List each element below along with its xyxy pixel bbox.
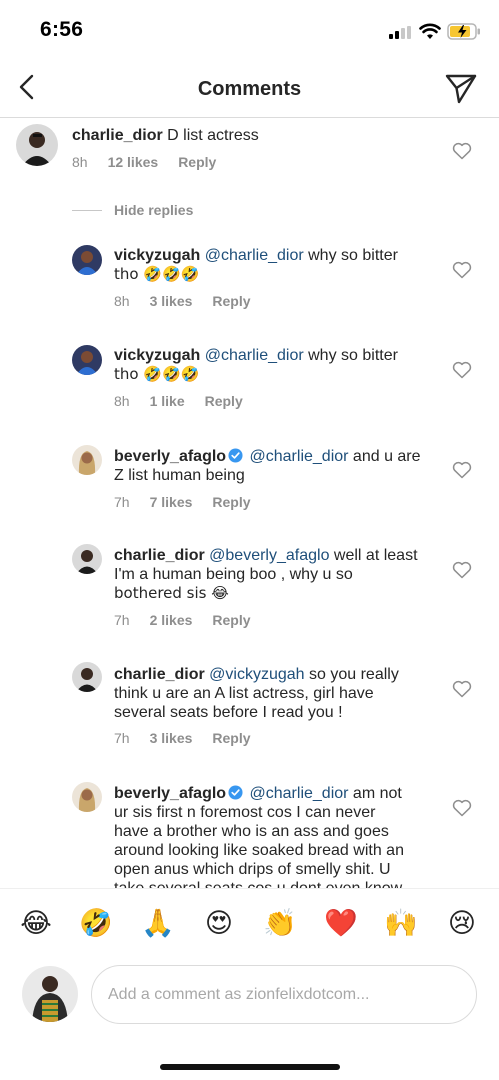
emoji-praying-hands-button[interactable]: 🙏: [141, 907, 175, 941]
verified-badge-icon: [228, 448, 243, 463]
heart-outline-icon[interactable]: [452, 680, 472, 698]
mention-link[interactable]: @charlie_dior: [205, 347, 304, 364]
verified-badge-icon: [228, 785, 243, 800]
avatar[interactable]: [72, 544, 102, 574]
hide-replies-button[interactable]: Hide replies: [72, 200, 193, 220]
comment-composer: [0, 960, 499, 1040]
reply-button[interactable]: Reply: [212, 293, 250, 309]
hide-replies-label: Hide replies: [114, 202, 194, 218]
comment-username[interactable]: vickyzugah: [114, 347, 200, 364]
comment-text: and u are: [352, 448, 421, 465]
heart-outline-icon[interactable]: [452, 361, 472, 379]
comment-time: 8h: [114, 293, 130, 309]
page-title: Comments: [197, 78, 302, 100]
divider-line: [72, 209, 102, 211]
signal-icon: [389, 26, 413, 39]
emoji-heart-eyes-button[interactable]: 😍: [202, 907, 236, 941]
heart-outline-icon[interactable]: [452, 799, 472, 817]
avatar[interactable]: [72, 782, 102, 812]
comment-text: D list actress: [167, 127, 259, 144]
header: Comments: [0, 60, 499, 118]
emoji-quick-bar: 😂 🤣 🙏 😍 👏 ❤️ 🙌 😢: [0, 888, 499, 960]
comment-text-line: several seats before I read you !: [114, 704, 343, 721]
heart-outline-icon[interactable]: [452, 561, 472, 579]
mention-link[interactable]: @vickyzugah: [209, 666, 304, 683]
mention-link[interactable]: @beverly_afaglo: [209, 547, 329, 564]
comment-username[interactable]: charlie_dior: [114, 547, 205, 564]
comment-text-line: take several seats cos u dont even know: [114, 880, 402, 888]
mention-link[interactable]: @charlie_dior: [250, 785, 349, 802]
comment-time: 8h: [114, 393, 130, 409]
emoji-clapping-button[interactable]: 👏: [263, 907, 297, 941]
comment-text-line: around looking like soaked bread with an: [114, 842, 404, 859]
comment-text-line: think u are an A list actress, girl have: [114, 685, 374, 702]
avatar[interactable]: [72, 662, 102, 692]
reply-button[interactable]: Reply: [212, 494, 250, 510]
avatar[interactable]: [72, 345, 102, 375]
comment-text: am not: [352, 785, 402, 802]
mention-link[interactable]: @charlie_dior: [205, 247, 304, 264]
comment-meta: 8h 1 like Reply: [114, 393, 263, 409]
home-indicator: [160, 1064, 340, 1070]
comment-input[interactable]: [91, 965, 477, 1024]
comment-username[interactable]: charlie_dior: [72, 127, 163, 144]
battery-icon: [447, 23, 480, 40]
avatar[interactable]: [72, 445, 102, 475]
comment-meta: 7h 3 likes Reply: [114, 730, 271, 746]
comment-time: 7h: [114, 612, 130, 628]
paper-plane-icon[interactable]: [444, 71, 478, 105]
emoji-red-heart-button[interactable]: ❤️: [324, 907, 358, 941]
comment-time: 8h: [72, 154, 88, 170]
heart-outline-icon[interactable]: [452, 142, 472, 160]
emoji-tears-of-joy-button[interactable]: 😂: [19, 907, 53, 941]
emoji-raised-hands-button[interactable]: 🙌: [384, 907, 418, 941]
comment-text-line: Z list human being: [114, 467, 245, 484]
comment-meta: 7h 2 likes Reply: [114, 612, 271, 628]
avatar[interactable]: [16, 124, 58, 166]
comment-list: charlie_dior D list actress 8h 12 likes Re…: [0, 118, 499, 888]
comment-text-line: bothered sis 😂: [114, 584, 229, 602]
comment-text-line: ur sis first n foremost cos I can never: [114, 804, 376, 821]
comment-text-line: tho 🤣🤣🤣: [114, 265, 200, 283]
comment-text: so you really: [309, 666, 399, 683]
comment-username[interactable]: beverly_afaglo: [114, 785, 226, 802]
comment-meta: 8h 12 likes Reply: [72, 154, 236, 170]
status-time: 6:56: [40, 18, 84, 41]
comment-username[interactable]: charlie_dior: [114, 666, 205, 683]
status-bar: 6:56: [0, 0, 499, 60]
comment-username[interactable]: beverly_afaglo: [114, 448, 226, 465]
comment-likes[interactable]: 2 likes: [150, 612, 193, 628]
reply-button[interactable]: Reply: [178, 154, 216, 170]
reply-button[interactable]: Reply: [205, 393, 243, 409]
comment-likes[interactable]: 1 like: [150, 393, 185, 409]
comment-time: 7h: [114, 494, 130, 510]
comment-meta: 8h 3 likes Reply: [114, 293, 271, 309]
current-user-avatar[interactable]: [22, 966, 78, 1022]
comment-text: why so bitter: [308, 347, 398, 364]
comment-text-line: have a brother who is an ass and goes: [114, 823, 389, 840]
emoji-rolling-laughing-button[interactable]: 🤣: [79, 907, 113, 941]
comment-likes[interactable]: 3 likes: [150, 293, 193, 309]
comment-text-line: open anus which drips of smelly shit. U: [114, 861, 391, 878]
heart-outline-icon[interactable]: [452, 261, 472, 279]
comment-text-line: tho 🤣🤣🤣: [114, 365, 200, 383]
comment-username[interactable]: vickyzugah: [114, 247, 200, 264]
wifi-icon: [419, 23, 441, 39]
comment-meta: 7h 7 likes Reply: [114, 494, 271, 510]
comment-text-line: I'm a human being boo , why u so: [114, 566, 353, 583]
comment-time: 7h: [114, 730, 130, 746]
mention-link[interactable]: @charlie_dior: [250, 448, 349, 465]
heart-outline-icon[interactable]: [452, 461, 472, 479]
comment-text: why so bitter: [308, 247, 398, 264]
reply-button[interactable]: Reply: [212, 612, 250, 628]
comment-likes[interactable]: 12 likes: [108, 154, 159, 170]
comment-likes[interactable]: 3 likes: [150, 730, 193, 746]
reply-button[interactable]: Reply: [212, 730, 250, 746]
comment-likes[interactable]: 7 likes: [150, 494, 193, 510]
emoji-crying-button[interactable]: 😢: [445, 907, 479, 941]
comment-text: well at least: [333, 547, 418, 564]
avatar[interactable]: [72, 245, 102, 275]
